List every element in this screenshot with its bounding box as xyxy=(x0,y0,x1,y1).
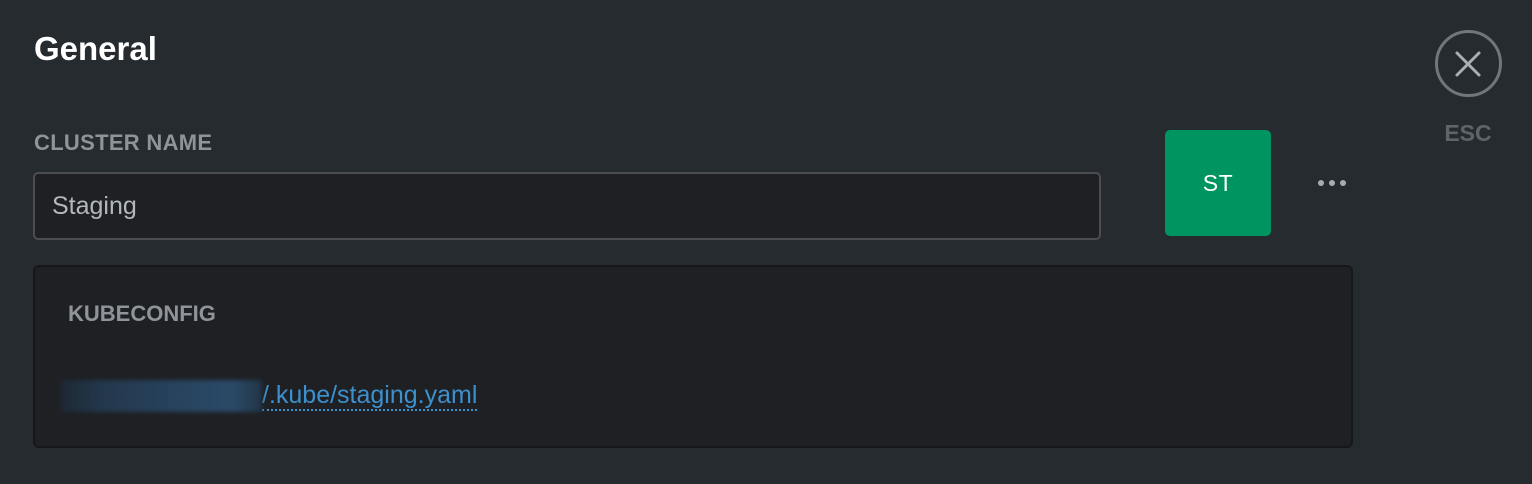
close-button[interactable] xyxy=(1434,30,1502,97)
cluster-name-label: CLUSTER NAME xyxy=(34,130,213,155)
more-horizontal-icon xyxy=(1318,180,1324,186)
cluster-avatar[interactable]: ST xyxy=(1165,130,1271,236)
kubeconfig-panel: KUBECONFIG /.kube/staging.yaml xyxy=(33,265,1353,448)
esc-label: ESC xyxy=(1444,120,1492,146)
kubeconfig-path: /.kube/staging.yaml xyxy=(60,379,478,413)
kubeconfig-path-link[interactable]: /.kube/staging.yaml xyxy=(262,381,478,411)
page-title: General xyxy=(34,30,157,67)
close-icon xyxy=(1455,51,1481,76)
cluster-name-input[interactable] xyxy=(33,172,1101,240)
cluster-settings-page: General CLUSTER NAME ST ESC KUBECONFIG /… xyxy=(0,0,1532,484)
redacted-path-prefix xyxy=(60,380,262,412)
more-options-button[interactable] xyxy=(1310,166,1354,200)
kubeconfig-label: KUBECONFIG xyxy=(68,301,216,326)
avatar-initials: ST xyxy=(1202,169,1234,196)
close-control: ESC xyxy=(1432,30,1504,147)
